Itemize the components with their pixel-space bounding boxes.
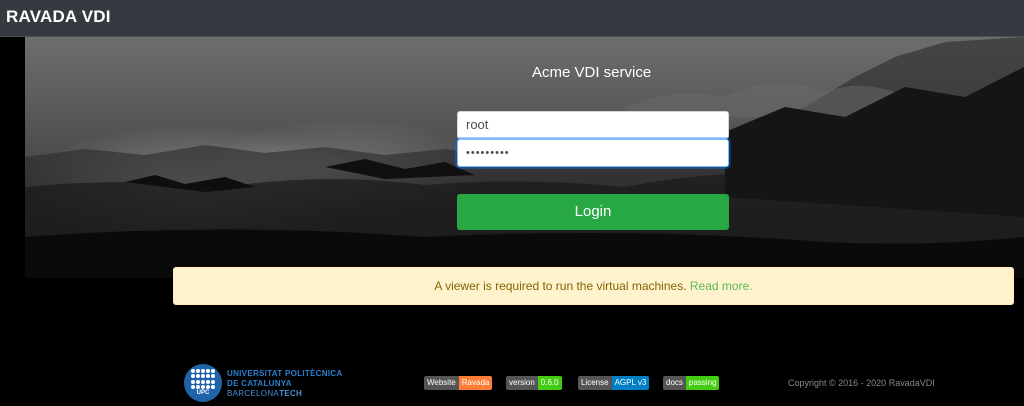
service-title: Acme VDI service: [532, 64, 652, 81]
copyright-text: Copyright © 2016 - 2020 RavadaVDI: [788, 378, 935, 388]
university-line-2: DE CATALUNYA: [227, 379, 292, 388]
university-line-1: UNIVERSITAT POLITÈCNICA: [227, 369, 343, 378]
badge-key: docs: [663, 376, 686, 390]
upc-logo[interactable]: UPC: [184, 364, 222, 402]
username-input[interactable]: root: [457, 111, 729, 139]
upc-dots-icon: [191, 369, 215, 389]
badge-website[interactable]: Website Ravada: [424, 376, 493, 390]
alert-text: A viewer is required to run the virtual …: [434, 279, 687, 293]
badge-key: License: [578, 376, 612, 390]
badge-value: AGPL v3: [611, 376, 650, 390]
password-input[interactable]: •••••••••: [457, 139, 729, 167]
badge-value: passing: [685, 376, 720, 390]
badge-docs[interactable]: docs passing: [663, 376, 720, 390]
university-name[interactable]: UNIVERSITAT POLITÈCNICA DE CATALUNYA BAR…: [227, 369, 343, 399]
badge-license[interactable]: License AGPL v3: [578, 376, 650, 390]
badge-value: Ravada: [458, 376, 493, 390]
badge-key: version: [506, 376, 538, 390]
barcelonatech-line: BARCELONATECH: [227, 389, 343, 399]
badge-value: 0.6.0: [537, 376, 562, 390]
login-button[interactable]: Login: [457, 194, 729, 230]
viewer-alert: A viewer is required to run the virtual …: [173, 267, 1014, 305]
barcelona-text: BARCELONA: [227, 389, 280, 398]
read-more-link[interactable]: Read more.: [690, 279, 753, 293]
brand-link[interactable]: RAVADA VDI: [6, 7, 111, 27]
login-hero-background: Acme VDI service root ••••••••• Login: [25, 37, 1024, 278]
tech-text: TECH: [279, 389, 303, 398]
upc-logo-text: UPC: [196, 390, 210, 396]
badge-key: Website: [424, 376, 459, 390]
badge-version[interactable]: version 0.6.0: [506, 376, 562, 390]
top-navbar: RAVADA VDI: [0, 0, 1024, 37]
